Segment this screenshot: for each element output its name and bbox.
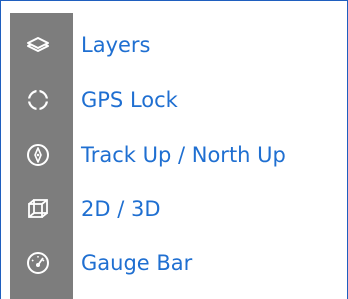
menu-item-track-up-north-up[interactable]: Track Up / North Up bbox=[1, 131, 347, 179]
menu-item-gauge-bar[interactable]: Gauge Bar bbox=[1, 239, 347, 287]
menu-item-layers[interactable]: Layers bbox=[1, 21, 347, 69]
cube-icon bbox=[25, 196, 51, 222]
map-options-panel: Layers GPS Lock Track Up / North Up 2D /… bbox=[0, 0, 348, 299]
menu-item-label: 2D / 3D bbox=[81, 197, 161, 221]
gps-lock-icon bbox=[25, 87, 51, 113]
menu-item-gps-lock[interactable]: GPS Lock bbox=[1, 76, 347, 124]
layers-icon bbox=[25, 32, 51, 58]
menu-item-label: Track Up / North Up bbox=[81, 143, 286, 167]
menu-item-label: Gauge Bar bbox=[81, 251, 193, 275]
menu-item-label: GPS Lock bbox=[81, 88, 178, 112]
menu-item-label: Layers bbox=[81, 33, 151, 57]
gauge-icon bbox=[25, 250, 51, 276]
menu-item-2d-3d[interactable]: 2D / 3D bbox=[1, 185, 347, 233]
compass-icon bbox=[25, 142, 51, 168]
map-options-menu: Layers GPS Lock Track Up / North Up 2D /… bbox=[1, 1, 347, 299]
